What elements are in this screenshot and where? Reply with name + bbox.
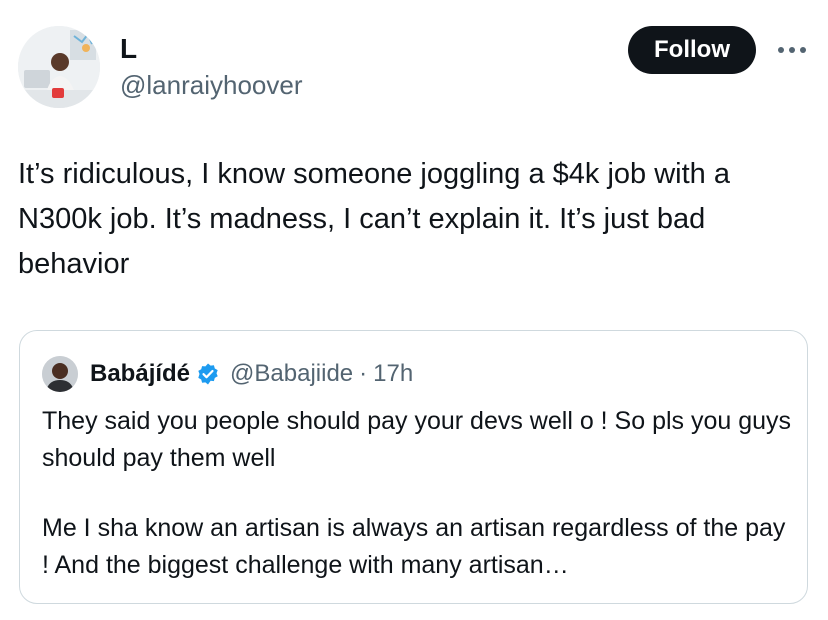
quoted-tweet-card[interactable]: Babájídé @Babajiide · 17h They said you …: [19, 330, 808, 604]
quoted-avatar-image: [42, 356, 78, 392]
quoted-paragraph-1: They said you people should pay your dev…: [42, 407, 792, 472]
quoted-timestamp[interactable]: 17h: [373, 357, 413, 391]
author-name[interactable]: L: [120, 34, 137, 64]
more-horizontal-icon: [778, 47, 806, 53]
quoted-tweet-text: They said you people should pay your dev…: [42, 403, 792, 584]
more-options-button[interactable]: [770, 32, 814, 68]
quoted-author-avatar[interactable]: [42, 356, 78, 392]
verified-badge-icon: [198, 363, 218, 385]
author-handle[interactable]: @lanraiyhoover: [120, 70, 302, 100]
tweet-text: It’s ridiculous, I know someone joggling…: [18, 158, 730, 280]
quoted-paragraph-2: Me I sha know an artisan is always an ar…: [42, 514, 786, 579]
quoted-tweet-header: Babájídé @Babajiide · 17h: [90, 357, 413, 391]
follow-button[interactable]: Follow: [628, 26, 756, 74]
author-avatar[interactable]: [18, 26, 100, 108]
meta-separator: ·: [359, 360, 368, 387]
quoted-author-name[interactable]: Babájídé: [90, 357, 190, 391]
quoted-author-handle[interactable]: @Babajiide: [230, 357, 353, 391]
author-avatar-image: [18, 26, 100, 108]
